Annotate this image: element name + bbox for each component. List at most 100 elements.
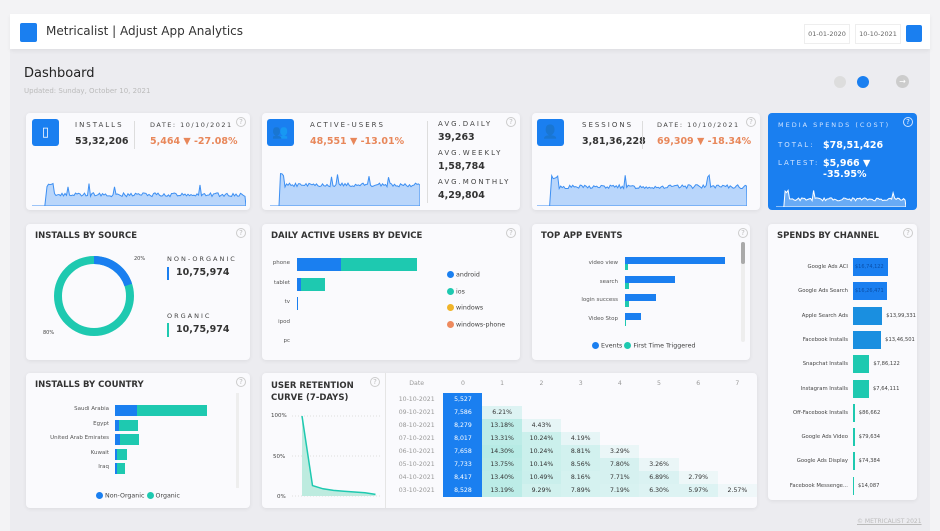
pct-non-organic: 20% — [134, 256, 146, 262]
bar-chart-logo-icon — [20, 23, 37, 42]
value-cell — [522, 406, 561, 419]
value-cell — [600, 406, 639, 419]
value-cell: 5.97% — [678, 484, 718, 497]
card-title: USER RETENTION CURVE (7-DAYS) — [271, 381, 354, 403]
calendar-icon[interactable] — [906, 25, 922, 42]
help-icon[interactable]: ? — [506, 228, 516, 238]
installs-sparkline — [32, 182, 246, 206]
column-header[interactable]: 0 — [443, 373, 482, 393]
divider — [427, 121, 428, 203]
legend-dot — [447, 304, 454, 311]
divider — [385, 373, 386, 508]
avg-monthly-value: 4,29,804 — [438, 190, 485, 201]
retention-table: Date 0 1 2 3 4 5 6 7 10-10-2021 5,527 09-10-2021 7,5… — [390, 373, 757, 497]
value-cell — [600, 419, 639, 432]
value-cell: 6.89% — [639, 471, 679, 484]
page-title: Dashboard — [24, 66, 95, 81]
date-to-input[interactable]: 10-10-2021 — [855, 24, 901, 44]
category-label: tablet — [273, 279, 290, 286]
app-header: Metricalist | Adjust App Analytics 01-01… — [10, 14, 930, 49]
spend-bar — [853, 306, 883, 325]
bar-android — [297, 297, 298, 310]
spend-bar — [853, 452, 855, 471]
scrollbar[interactable] — [236, 393, 239, 488]
spend-bar — [853, 428, 855, 447]
help-icon[interactable]: ? — [746, 117, 756, 127]
sessions-date: DATE: 10/10/2021 — [657, 121, 740, 129]
column-header[interactable]: 3 — [561, 373, 600, 393]
value-cell — [561, 393, 600, 406]
value-cell — [679, 432, 718, 445]
media-spends-sparkline — [776, 188, 906, 207]
help-icon[interactable]: ? — [370, 377, 380, 387]
sessions-label: SESSIONS — [582, 121, 634, 129]
footer-link[interactable]: © METRICALIST 2021 — [857, 518, 922, 525]
card-title: SPENDS BY CHANNEL — [777, 231, 879, 241]
y-tick: 0% — [277, 494, 286, 500]
category-label: United Arab Emirates — [50, 435, 109, 442]
non-organic-label: NON-ORGANIC — [167, 255, 237, 263]
value-cell: 9.29% — [521, 484, 562, 497]
table-header: Date 0 1 2 3 4 5 6 7 — [390, 373, 757, 393]
spend-bar — [853, 330, 882, 349]
avg-monthly-label: AVG.MONTHLY — [438, 178, 511, 186]
settings-icon[interactable] — [857, 76, 869, 88]
bar-ios — [300, 277, 325, 291]
table-row: 08-10-2021 8,279 13.18% 4.43% — [390, 419, 757, 432]
value-cell — [679, 445, 718, 458]
next-page-icon[interactable]: → — [896, 75, 909, 88]
help-icon[interactable]: ? — [738, 228, 748, 238]
value-cell: 7.80% — [600, 458, 640, 471]
value-cell — [679, 406, 718, 419]
column-header[interactable]: 6 — [679, 373, 718, 393]
help-icon[interactable]: ? — [506, 117, 516, 127]
total-label: TOTAL: — [778, 141, 815, 149]
value-cell — [522, 393, 561, 406]
help-icon[interactable]: ? — [903, 117, 913, 127]
avg-daily-value: 39,263 — [438, 132, 475, 143]
legend-dot — [592, 342, 599, 349]
organic-label: ORGANIC — [167, 312, 212, 320]
installs-label: INSTALLS — [75, 121, 124, 129]
y-tick: 100% — [271, 413, 287, 419]
column-header[interactable]: 5 — [639, 373, 678, 393]
column-header[interactable]: Date — [390, 373, 443, 393]
sparkline-area — [537, 173, 747, 206]
user-clock-icon: 👤 — [537, 119, 564, 146]
scrollbar[interactable] — [741, 242, 745, 342]
legend-label: windows — [456, 304, 484, 312]
scrollbar-thumb[interactable] — [741, 242, 745, 264]
installs-latest: 5,464 ▼ -27.08% — [150, 136, 238, 147]
value-cell: 7.19% — [600, 484, 640, 497]
value-cell: 2.57% — [717, 484, 757, 497]
date-cell: 08-10-2021 — [398, 422, 435, 429]
bar-events — [625, 313, 641, 321]
table-row: 10-10-2021 5,527 — [390, 393, 757, 406]
help-icon[interactable]: ? — [236, 228, 246, 238]
value-cell — [639, 432, 678, 445]
legend-label: windows-phone — [456, 321, 506, 328]
column-header[interactable]: 1 — [482, 373, 521, 393]
column-header[interactable]: 4 — [600, 373, 639, 393]
legend-label: android — [456, 271, 480, 279]
value-cell — [718, 432, 757, 445]
column-header[interactable]: 7 — [718, 373, 757, 393]
help-icon[interactable]: ? — [236, 377, 246, 387]
dau-by-device-card: DAILY ACTIVE USERS BY DEVICE ? phone tabl… — [262, 224, 520, 360]
column-header[interactable]: 2 — [522, 373, 561, 393]
bar-first-time — [625, 301, 629, 308]
legend-dot — [447, 287, 454, 295]
date-cell: 10-10-2021 — [398, 396, 435, 403]
date-from-input[interactable]: 01-01-2020 — [804, 24, 850, 44]
phone-icon: ▯ — [32, 119, 59, 146]
theme-toggle-icon[interactable] — [834, 76, 846, 88]
channel-label: Apple Search Ads — [801, 312, 848, 319]
help-icon[interactable]: ? — [903, 228, 913, 238]
avg-weekly-value: 1,58,784 — [438, 161, 485, 172]
category-label: ipod — [278, 318, 290, 325]
bar-non-organic — [115, 405, 137, 416]
bar-organic — [137, 405, 207, 416]
spend-bar — [853, 379, 869, 398]
media-spends-card: MEDIA SPENDS (COST) TOTAL: $78,51,426 LA… — [768, 113, 917, 210]
help-icon[interactable]: ? — [236, 117, 246, 127]
